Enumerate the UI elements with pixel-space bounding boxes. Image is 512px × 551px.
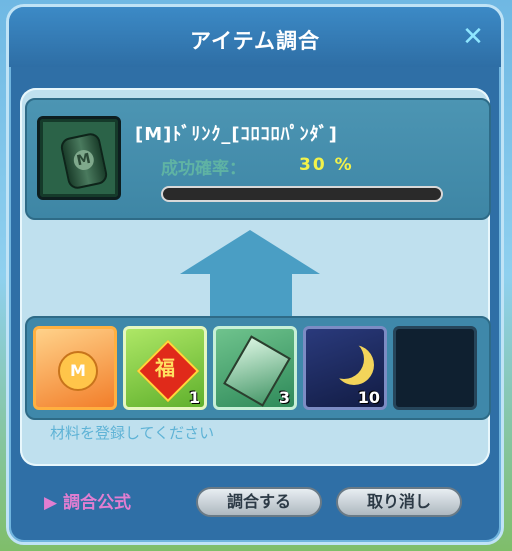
combine-formula-link[interactable]: ▶ 調合公式	[44, 488, 131, 513]
result-item-slot[interactable]: M	[37, 116, 121, 200]
moon-icon	[324, 339, 364, 379]
material-slot-5-empty[interactable]	[393, 326, 477, 410]
material-slot-4[interactable]: 10	[303, 326, 387, 410]
up-arrow-icon	[180, 230, 320, 274]
combine-progress-bar	[161, 186, 443, 202]
success-rate-label: 成功確率：	[161, 159, 246, 179]
candy-icon: M	[58, 351, 98, 391]
can-letter: M	[71, 148, 96, 172]
material-count: 10	[357, 388, 380, 407]
result-item-name: [M]ﾄﾞﾘﾝｸ_[ｺﾛｺﾛﾊﾟﾝﾀﾞ]	[135, 124, 338, 145]
window-title: アイテム調合	[190, 29, 320, 53]
material-slot-2[interactable]: 福 1	[123, 326, 207, 410]
up-arrow-shaft	[210, 270, 292, 316]
result-box: M [M]ﾄﾞﾘﾝｸ_[ｺﾛｺﾛﾊﾟﾝﾀﾞ] 成功確率： 30 %	[25, 98, 491, 220]
close-icon[interactable]: ✕	[459, 23, 487, 51]
material-count: 1	[188, 388, 200, 407]
drink-can-icon: M	[59, 131, 109, 191]
cancel-button[interactable]: 取り消し	[336, 487, 462, 517]
materials-row: M 福 1 3 10	[25, 316, 491, 420]
combine-button[interactable]: 調合する	[196, 487, 322, 517]
material-slot-3[interactable]: 3	[213, 326, 297, 410]
material-count: 3	[278, 388, 290, 407]
material-slot-1[interactable]: M	[33, 326, 117, 410]
success-rate-value: 30 %	[299, 155, 354, 175]
register-materials-hint: 材料を登録してください	[50, 424, 215, 442]
title-bar[interactable]: アイテム調合 ✕	[9, 7, 501, 67]
